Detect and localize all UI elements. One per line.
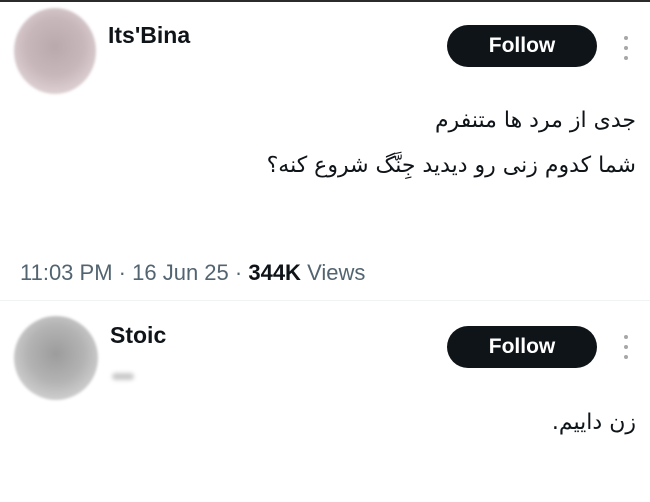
views-count: 344K (248, 260, 301, 285)
meta-separator: · (118, 260, 126, 285)
divider (0, 300, 650, 301)
avatar[interactable] (14, 8, 96, 94)
more-options-icon[interactable] (621, 335, 631, 359)
blurred-handle (112, 373, 134, 380)
tweet-meta: 11:03 PM · 16 Jun 25 · 344K Views (20, 260, 365, 286)
reply-text: زن داییم. (551, 410, 636, 435)
tweet-date[interactable]: 16 Jun 25 (132, 260, 229, 285)
top-border (0, 0, 650, 2)
tweet-time[interactable]: 11:03 PM (20, 260, 113, 285)
views-label: Views (307, 260, 366, 285)
tweet-text-line: جدی از مرد ها متنفرم (434, 108, 636, 133)
follow-button[interactable]: Follow (447, 326, 597, 368)
follow-button[interactable]: Follow (447, 25, 597, 67)
more-options-icon[interactable] (621, 36, 631, 60)
meta-separator: · (234, 260, 243, 285)
author-name[interactable]: Its'Bina (108, 22, 190, 49)
avatar[interactable] (14, 316, 98, 400)
author-name[interactable]: Stoic (110, 322, 166, 349)
tweet-text-line: شما کدوم زنی رو دیدید جِنَّگ شروع کنه؟ (266, 153, 636, 178)
